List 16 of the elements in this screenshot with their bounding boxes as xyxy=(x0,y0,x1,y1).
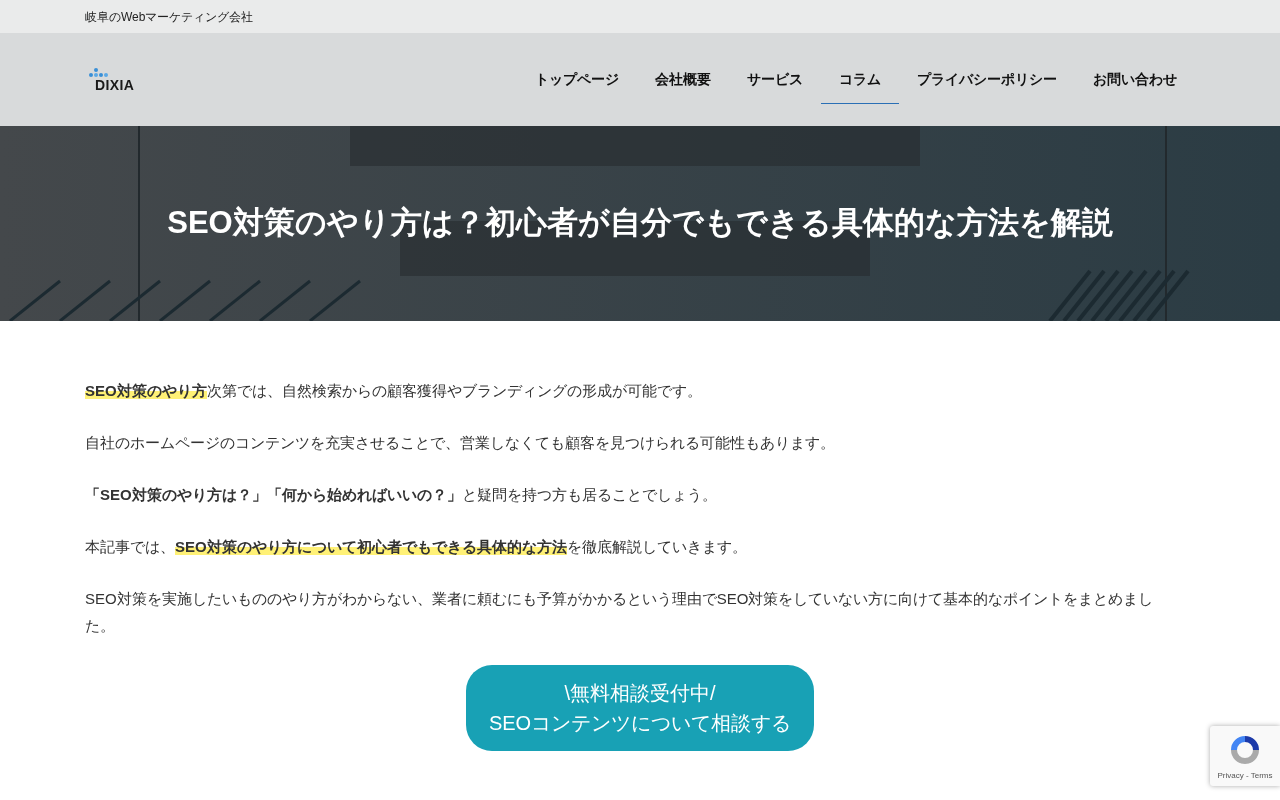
body-paragraph: 自社のホームページのコンテンツを充実させることで、営業しなくても顧客を見つけられる可能性もあります。 xyxy=(85,433,836,453)
nav-item[interactable]: サービス xyxy=(729,55,821,104)
nav-item[interactable]: お問い合わせ xyxy=(1075,55,1195,104)
dots-icon xyxy=(88,67,110,78)
body-paragraph: SEO対策を実施したいもののやり方がわからない、業者に頼むにも予算がかかるという理由でSEO対策をしていない方に向けて基本的なポイントをまとめました。 xyxy=(85,589,1155,636)
nav-item[interactable]: コラム xyxy=(821,55,899,104)
tagline: 岐阜のWebマーケティング会社 xyxy=(85,8,254,26)
logo[interactable]: DIXIA xyxy=(88,67,135,92)
nav-item[interactable]: トップページ xyxy=(517,55,637,104)
page-title: SEO対策のやり方は？初心者が自分でもできる具体的な方法を解説 xyxy=(167,204,1113,243)
nav-item[interactable]: 会社概要 xyxy=(637,55,729,104)
logo-text: DIXIA xyxy=(95,78,135,92)
nav-item[interactable]: プライバシーポリシー xyxy=(899,55,1075,104)
body-paragraph: SEO対策のやり方次第では、自然検索からの顧客獲得やブランディングの形成が可能です。 xyxy=(85,381,703,401)
body-paragraph: 「SEO対策のやり方は？」「何から始めればいいの？」と疑問を持つ方も居ることでしょう。 xyxy=(85,485,718,505)
privacy-terms-links[interactable]: Privacy - Terms xyxy=(1217,770,1273,782)
